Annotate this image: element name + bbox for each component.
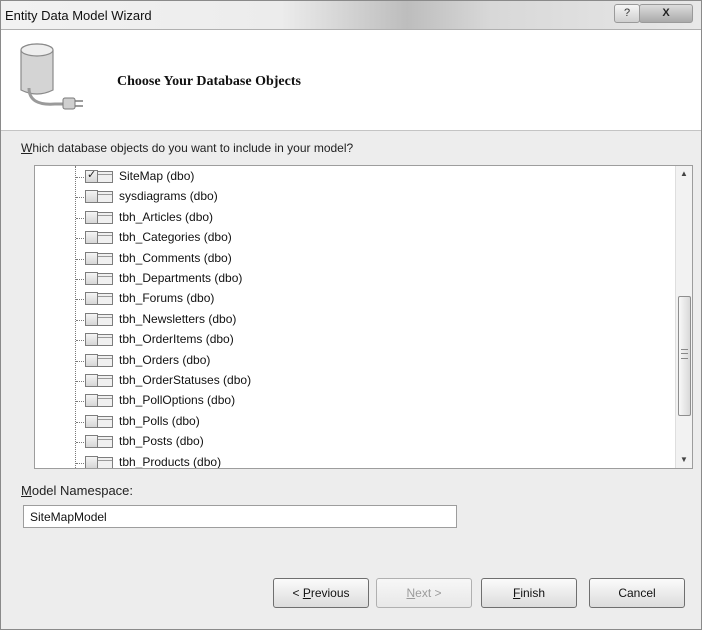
- scroll-thumb[interactable]: [678, 296, 691, 416]
- list-item[interactable]: tbh_OrderItems (dbo): [35, 330, 665, 350]
- objects-prompt: Which database objects do you want to in…: [21, 141, 353, 155]
- title-bar: Entity Data Model Wizard ? X: [1, 1, 701, 30]
- object-label: tbh_Polls (dbo): [119, 413, 200, 428]
- table-icon: [97, 456, 113, 468]
- database-objects-tree[interactable]: ✓ SiteMap (dbo) sysdiagrams (dbo) tbh_Artic…: [34, 165, 693, 469]
- list-item[interactable]: tbh_Departments (dbo): [35, 269, 665, 289]
- object-label: tbh_Posts (dbo): [119, 434, 204, 449]
- previous-prefix: <: [292, 586, 303, 600]
- table-icon: [97, 436, 113, 449]
- wizard-window: Entity Data Model Wizard ? X Choose Your…: [0, 0, 702, 630]
- table-icon: [97, 211, 113, 224]
- object-label: tbh_OrderItems (dbo): [119, 332, 234, 347]
- table-icon: [97, 395, 113, 408]
- list-item[interactable]: ✓ SiteMap (dbo): [35, 167, 665, 187]
- list-item[interactable]: tbh_Orders (dbo): [35, 351, 665, 371]
- next-button[interactable]: Next >: [376, 578, 472, 608]
- table-icon: [97, 273, 113, 285]
- object-label: SiteMap (dbo): [119, 169, 195, 183]
- list-item[interactable]: tbh_Categories (dbo): [35, 228, 665, 248]
- prompt-text: hich database objects do you want to inc…: [32, 141, 354, 155]
- namespace-accelerator: M: [21, 483, 32, 498]
- list-item[interactable]: tbh_Newsletters (dbo): [35, 310, 665, 330]
- list-item[interactable]: tbh_Articles (dbo): [35, 208, 665, 228]
- object-label: tbh_PollOptions (dbo): [119, 393, 236, 408]
- model-namespace-label: Model Namespace:: [21, 483, 133, 498]
- vertical-scrollbar[interactable]: ▲ ▼: [675, 166, 692, 468]
- previous-label: revious: [310, 586, 350, 600]
- table-icon: [97, 232, 113, 245]
- table-icon: [97, 252, 113, 265]
- object-label: sysdiagrams (dbo): [119, 189, 218, 204]
- page-title: Choose Your Database Objects: [117, 74, 301, 89]
- finish-button[interactable]: Finish: [481, 578, 577, 608]
- list-item[interactable]: tbh_Posts (dbo): [35, 432, 665, 452]
- finish-label: inish: [520, 586, 546, 600]
- list-item[interactable]: sysdiagrams (dbo): [35, 187, 665, 207]
- table-icon: [97, 375, 113, 387]
- check-icon: ✓: [87, 169, 97, 181]
- list-item[interactable]: tbh_Forums (dbo): [35, 289, 665, 309]
- scroll-grip-icon: [681, 349, 688, 359]
- object-label: tbh_Newsletters (dbo): [119, 311, 237, 326]
- object-label: tbh_Categories (dbo): [119, 230, 232, 245]
- namespace-label-text: odel Namespace:: [31, 483, 134, 498]
- list-item[interactable]: tbh_Polls (dbo): [35, 412, 665, 432]
- table-icon: [97, 334, 113, 347]
- next-accelerator: N: [406, 586, 416, 600]
- object-label: tbh_OrderStatuses (dbo): [119, 373, 252, 387]
- prompt-accelerator: W: [21, 141, 33, 155]
- object-label: tbh_Forums (dbo): [119, 291, 215, 306]
- previous-button[interactable]: < Previous: [273, 578, 369, 608]
- table-icon: [97, 293, 113, 306]
- table-icon: [97, 415, 113, 428]
- previous-accelerator: P: [302, 586, 311, 600]
- list-item[interactable]: tbh_PollOptions (dbo): [35, 391, 665, 411]
- help-button[interactable]: ?: [614, 4, 640, 23]
- window-title: Entity Data Model Wizard: [5, 8, 152, 23]
- table-icon: [97, 171, 113, 183]
- next-label: ext >: [415, 586, 442, 600]
- object-label: tbh_Products (dbo): [119, 454, 222, 469]
- list-item[interactable]: tbh_OrderStatuses (dbo): [35, 371, 665, 391]
- table-icon: [97, 313, 113, 326]
- close-button[interactable]: X: [639, 4, 693, 23]
- cancel-button[interactable]: Cancel: [589, 578, 685, 608]
- scroll-up-arrow-icon[interactable]: ▲: [676, 166, 692, 182]
- object-label: tbh_Articles (dbo): [119, 209, 214, 224]
- list-item[interactable]: tbh_Comments (dbo): [35, 249, 665, 269]
- wizard-header: Choose Your Database Objects: [1, 30, 701, 131]
- object-label: tbh_Departments (dbo): [119, 271, 243, 285]
- object-label: tbh_Comments (dbo): [119, 250, 232, 265]
- list-item[interactable]: tbh_Products (dbo): [35, 453, 665, 469]
- database-icon: [20, 43, 83, 110]
- model-namespace-input[interactable]: [23, 505, 457, 528]
- table-icon: [97, 354, 113, 367]
- table-icon: [97, 191, 113, 204]
- scroll-down-arrow-icon[interactable]: ▼: [676, 452, 692, 468]
- object-label: tbh_Orders (dbo): [119, 352, 211, 367]
